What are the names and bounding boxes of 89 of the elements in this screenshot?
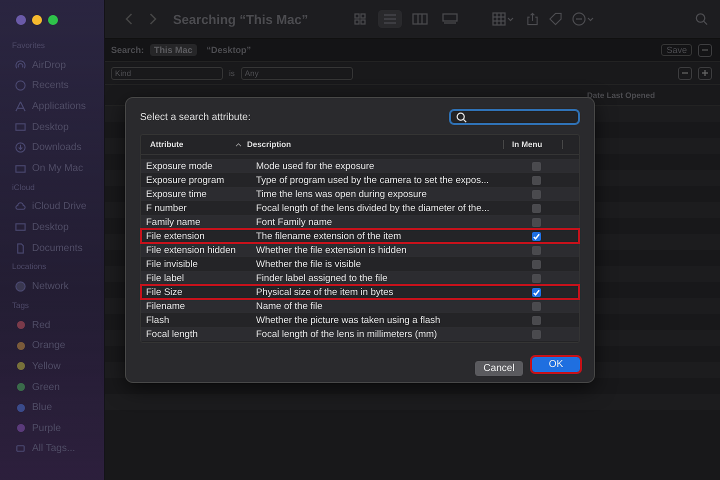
list-icon xyxy=(382,13,398,25)
plus-icon xyxy=(701,69,709,77)
table-row[interactable]: File extension The filename extension of the item xyxy=(141,229,579,243)
monitor-icon xyxy=(15,222,26,233)
checkbox[interactable] xyxy=(532,218,541,226)
attribute-cell-text: Filename xyxy=(145,300,186,312)
column-header[interactable]: Attribute xyxy=(141,140,235,149)
attribute-cell-text: Focal length xyxy=(145,328,199,340)
minus-button[interactable] xyxy=(698,44,712,56)
attribute-cell-text: File invisible xyxy=(145,258,199,270)
table-row[interactable]: Family name Font Family name xyxy=(141,215,579,229)
search-icon xyxy=(456,112,467,122)
group-icon[interactable] xyxy=(492,12,516,26)
attribute-cell-text: File label xyxy=(145,272,186,284)
table-row[interactable]: File invisible Whether the file is visible xyxy=(141,257,579,271)
attribute-cell-text: F number xyxy=(145,202,188,214)
document-icon xyxy=(15,242,26,254)
attribute-cell-text: File Size xyxy=(145,286,184,298)
attribute-cell-text: Family name xyxy=(145,216,202,228)
description-cell-text: Focal length of the lens divided by the diameter of the... xyxy=(256,202,490,214)
description-cell-text: Finder label assigned to the file xyxy=(256,272,388,284)
description-cell-text: Type of program used by the camera to set the expos... xyxy=(256,174,490,186)
cloud-icon xyxy=(15,201,26,212)
description-cell-text: Whether the picture was taken using a flash xyxy=(256,314,442,326)
dialog-title: Select a search attribute: xyxy=(140,112,251,122)
scope-button[interactable]: “Desktop” xyxy=(202,44,256,56)
table-row[interactable]: Focal length Focal length of the lens in millimeters (mm) xyxy=(141,327,579,341)
checkbox[interactable] xyxy=(532,316,541,324)
attribute-cell-text: Flash xyxy=(145,314,170,326)
checkbox[interactable] xyxy=(532,246,541,254)
airdrop-icon xyxy=(15,60,26,71)
plus-button[interactable] xyxy=(698,66,712,80)
table-row[interactable]: File Size Physical size of the item in bytes xyxy=(141,285,579,299)
clock-icon xyxy=(15,80,26,92)
table-row[interactable]: Filename Name of the file xyxy=(141,299,579,313)
folder-icon xyxy=(15,162,26,174)
attribute-cell-text: Exposure mode xyxy=(145,160,214,172)
share-icon[interactable] xyxy=(526,12,540,26)
checkbox[interactable] xyxy=(532,204,541,212)
description-cell-text: Whether the file extension is hidden xyxy=(256,244,408,256)
list-view-button[interactable] xyxy=(378,10,402,28)
description-cell-text: Font Family name xyxy=(256,216,334,228)
download-icon xyxy=(15,142,26,154)
close-button[interactable] xyxy=(16,15,26,25)
column-header[interactable]: Description xyxy=(247,140,504,149)
checkbox[interactable] xyxy=(532,274,541,282)
description-cell-text: Whether the file is visible xyxy=(256,258,362,270)
attribute-cell-text: Exposure program xyxy=(145,174,226,186)
checkbox[interactable] xyxy=(532,190,541,198)
attribute-cell-text: Exposure time xyxy=(145,188,208,200)
description-cell-text: Name of the file xyxy=(256,300,324,312)
checkbox[interactable] xyxy=(532,232,541,240)
description-cell-text: Physical size of the item in bytes xyxy=(256,286,394,298)
table-row[interactable]: File label Finder label assigned to the file xyxy=(141,271,579,285)
description-cell-text: The filename extension of the item xyxy=(256,230,402,242)
columns-icon xyxy=(412,13,428,25)
checkbox[interactable] xyxy=(532,162,541,170)
table-row[interactable]: Flash Whether the picture was taken using a flash xyxy=(141,313,579,327)
column-header[interactable]: In Menu xyxy=(504,140,563,149)
search-icon[interactable] xyxy=(695,12,708,26)
checkbox[interactable] xyxy=(532,330,541,338)
table-row[interactable]: Exposure time Time the lens was open during exposure xyxy=(141,187,579,201)
grid-icon xyxy=(352,13,368,25)
monitor-icon xyxy=(15,122,26,133)
apps-icon xyxy=(15,100,26,112)
table-row[interactable]: Exposure program Type of program used by the camera to set the expos... xyxy=(141,173,579,187)
zoom-button[interactable] xyxy=(48,15,58,25)
ok-button[interactable]: OK xyxy=(532,357,580,372)
checkbox[interactable] xyxy=(532,176,541,184)
checkbox[interactable] xyxy=(532,302,541,310)
description-cell-text: Time the lens was open during exposure xyxy=(256,188,428,200)
table-row[interactable]: Exposure mode Mode used for the exposure xyxy=(141,159,579,173)
checkbox[interactable] xyxy=(532,260,541,268)
minus-button[interactable] xyxy=(678,66,692,80)
attribute-cell-text: File extension hidden xyxy=(145,244,237,256)
table-row[interactable]: F number Focal length of the lens divided by the diameter of the... xyxy=(141,201,579,215)
description-cell-text: Mode used for the exposure xyxy=(256,160,376,172)
sort-caret-icon xyxy=(235,142,242,147)
search-field[interactable] xyxy=(449,109,580,125)
cancel-button[interactable]: Cancel xyxy=(475,361,523,376)
description-cell-text: Focal length of the lens in millimeters (mm) xyxy=(256,328,438,340)
more-icon[interactable] xyxy=(572,12,596,26)
attribute-cell-text: File extension xyxy=(145,230,206,242)
save-button[interactable]: Save xyxy=(661,44,692,56)
search-label: Search: xyxy=(111,45,144,55)
gallery-icon xyxy=(442,13,458,25)
checkbox[interactable] xyxy=(532,288,541,296)
table-row[interactable]: File extension hidden Whether the file extension is hidden xyxy=(141,243,579,257)
minimize-button[interactable] xyxy=(32,15,42,25)
